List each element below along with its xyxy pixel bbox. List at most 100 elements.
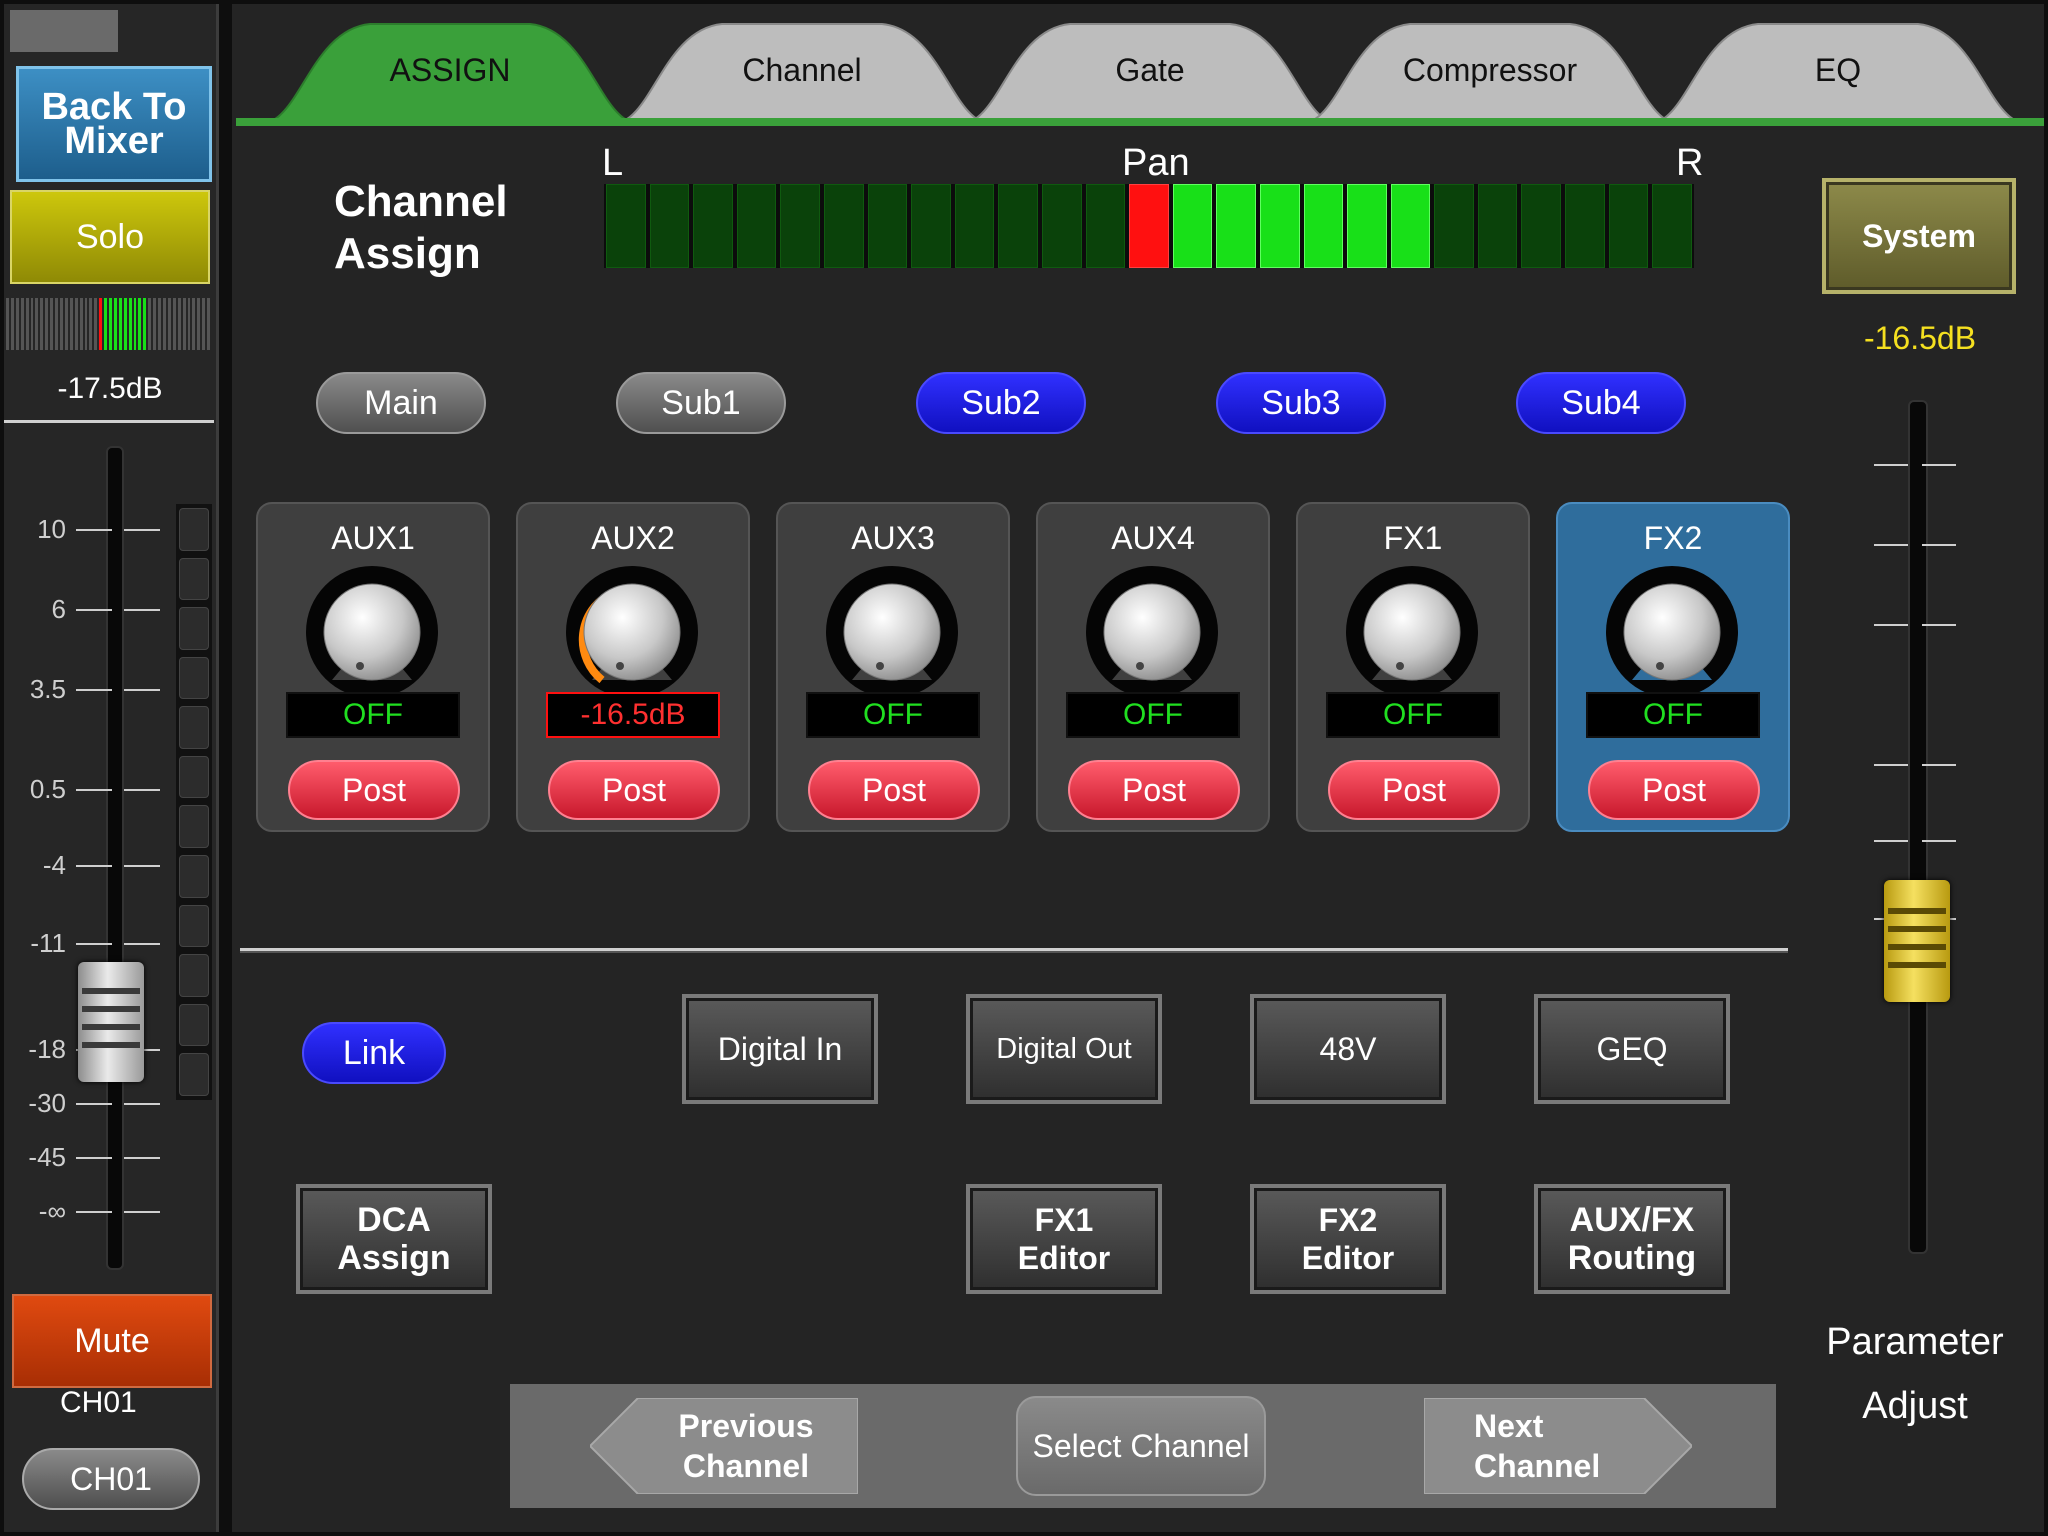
bus-sub3-button[interactable]: Sub3 (1216, 372, 1386, 434)
meter-segment (197, 298, 201, 350)
parameter-fader-handle[interactable] (1884, 880, 1950, 1002)
pan-meter-segment (693, 184, 733, 268)
tab-eq[interactable]: EQ (1648, 20, 2028, 124)
geq-button[interactable]: GEQ (1534, 994, 1730, 1104)
meter-segment (118, 298, 122, 350)
meter-segment (55, 298, 58, 350)
fader-scale-label: 10 (37, 514, 66, 544)
fader-scale-label: 6 (51, 594, 66, 624)
peak-meter-segment (179, 904, 209, 948)
fx2-editor-button[interactable]: FX2 Editor (1250, 1184, 1446, 1294)
pan-meter-segment (1303, 184, 1344, 268)
peak-meter-segment (179, 755, 209, 799)
mute-button[interactable]: Mute (12, 1294, 212, 1388)
send-aux1-panel[interactable]: AUX1 OFF Post (256, 502, 490, 832)
bus-sub2-button[interactable]: Sub2 (916, 372, 1086, 434)
knob-icon[interactable] (1082, 562, 1222, 702)
pan-meter-segment (1129, 184, 1169, 268)
tab-compressor-label: Compressor (1402, 52, 1578, 88)
dca-assign-button[interactable]: DCA Assign (296, 1184, 492, 1294)
parameter-fader-tick (1874, 764, 1956, 766)
meter-segment (79, 298, 83, 350)
send-level-display: -16.5dB (546, 692, 720, 738)
page-title-line1: Channel (334, 177, 508, 226)
channel-level-readout: -17.5dB (57, 372, 163, 405)
channel-fader-handle[interactable] (78, 962, 144, 1082)
send-aux3-panel[interactable]: AUX3 OFF Post (776, 502, 1010, 832)
meter-segment (143, 298, 147, 350)
next-channel-button[interactable]: Next Channel (1424, 1398, 1692, 1494)
channel-select-button[interactable]: CH01 (22, 1448, 200, 1510)
meter-segment (158, 298, 161, 350)
solo-button[interactable]: Solo (10, 190, 210, 284)
phantom-48v-button[interactable]: 48V (1250, 994, 1446, 1104)
knob-icon[interactable] (1342, 562, 1482, 702)
bus-sub4-button[interactable]: Sub4 (1516, 372, 1686, 434)
parameter-fader-track[interactable] (1908, 400, 1928, 1254)
meter-segment (177, 298, 181, 350)
pan-meter[interactable] (604, 184, 1694, 268)
send-post-button[interactable]: Post (1328, 760, 1500, 820)
fader-scale-mark: -∞ (20, 1196, 160, 1226)
aux-fx-routing-button[interactable]: AUX/FX Routing (1534, 1184, 1730, 1294)
parameter-fader-tick (1874, 624, 1956, 626)
send-name: AUX1 (331, 520, 415, 556)
select-channel-button[interactable]: Select Channel (1016, 1396, 1266, 1496)
send-aux4-panel[interactable]: AUX4 OFF Post (1036, 502, 1270, 832)
fader-scale-mark: 10 (20, 514, 160, 544)
bus-main-button[interactable]: Main (316, 372, 486, 434)
peak-meter-segment (179, 656, 209, 700)
pan-meter-segment (1477, 184, 1518, 268)
knob-icon[interactable] (562, 562, 702, 702)
fader-scale-label: -∞ (38, 1196, 66, 1226)
knob-icon[interactable] (302, 562, 442, 702)
digital-out-button[interactable]: Digital Out (966, 994, 1162, 1104)
system-button[interactable]: System (1822, 178, 2016, 294)
link-button[interactable]: Link (302, 1022, 446, 1084)
meter-segment (89, 298, 93, 350)
meter-segment (25, 298, 29, 350)
fx1-editor-button[interactable]: FX1 Editor (966, 1184, 1162, 1294)
back-to-mixer-button[interactable]: Back To Mixer (16, 66, 212, 182)
pan-meter-segment (823, 184, 864, 268)
peak-meter-segment (179, 1003, 209, 1047)
meter-segment (133, 298, 137, 350)
peak-meter-segment (179, 508, 209, 551)
fader-scale-label: -4 (42, 850, 66, 880)
send-fx1-panel[interactable]: FX1 OFF Post (1296, 502, 1530, 832)
meter-segment (10, 298, 14, 350)
tab-bar-underline (236, 118, 2044, 126)
bus-sub1-button[interactable]: Sub1 (616, 372, 786, 434)
send-post-button[interactable]: Post (1068, 760, 1240, 820)
pan-meter-segment (1085, 184, 1126, 268)
knob-icon[interactable] (1602, 562, 1742, 702)
strip-header-tab (10, 10, 118, 52)
pan-left-label: L (602, 142, 624, 184)
send-level-display: OFF (286, 692, 460, 738)
send-post-button[interactable]: Post (548, 760, 720, 820)
send-post-button[interactable]: Post (808, 760, 980, 820)
fader-scale-mark: 0.5 (20, 774, 160, 804)
digital-in-button[interactable]: Digital In (682, 994, 878, 1104)
fader-scale-label: 0.5 (29, 774, 66, 804)
fader-scale-label: -11 (30, 928, 66, 958)
pan-meter-segment (1347, 184, 1387, 268)
send-fx2-panel[interactable]: FX2 OFF Post (1556, 502, 1790, 832)
previous-channel-button[interactable]: Previous Channel (590, 1398, 858, 1494)
previous-channel-label: Previous Channel (678, 1408, 814, 1484)
tab-assign[interactable]: ASSIGN (260, 20, 640, 124)
tab-compressor[interactable]: Compressor (1300, 20, 1680, 124)
meter-segment (104, 298, 108, 350)
tab-gate[interactable]: Gate (960, 20, 1340, 124)
fader-scale-label: -18 (28, 1034, 66, 1064)
tab-channel[interactable]: Channel (612, 20, 992, 124)
meter-segment (59, 298, 63, 350)
pan-meter-segment (954, 184, 995, 268)
knob-icon[interactable] (822, 562, 962, 702)
send-post-button[interactable]: Post (288, 760, 460, 820)
meter-segment (50, 298, 54, 350)
send-aux2-panel[interactable]: AUX2 -16.5dB Post (516, 502, 750, 832)
pan-label: Pan (1122, 142, 1190, 184)
parameter-adjust-line1: Parameter (1826, 1321, 2004, 1363)
send-post-button[interactable]: Post (1588, 760, 1760, 820)
